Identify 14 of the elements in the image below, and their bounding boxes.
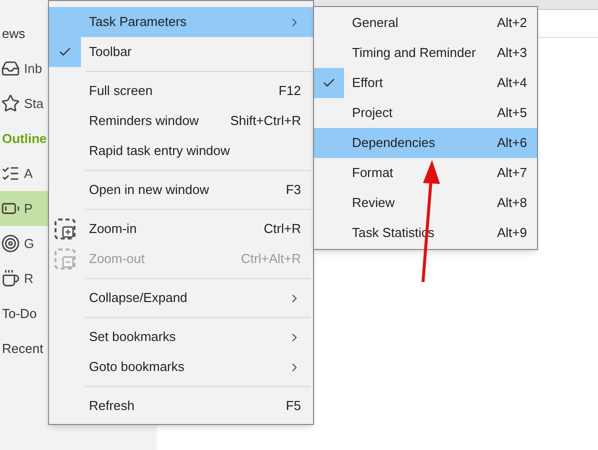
- shortcut-text: Ctrl+R: [264, 220, 301, 238]
- shortcut-text: Shift+Ctrl+R: [230, 112, 301, 130]
- shortcut-text: Ctrl+Alt+R: [241, 250, 301, 268]
- shortcut-text: Alt+8: [497, 194, 527, 212]
- shortcut-text: Alt+9: [497, 224, 527, 242]
- shortcut-text: Alt+3: [497, 44, 527, 62]
- shortcut-text: Alt+6: [497, 134, 527, 152]
- shortcut-text: Alt+5: [497, 104, 527, 122]
- shortcut-text: F5: [286, 397, 301, 416]
- shortcut-text: Alt+4: [497, 74, 527, 92]
- shortcut-text: F3: [286, 181, 301, 200]
- shortcut-text: F12: [278, 82, 301, 100]
- shortcut-text: Alt+2: [497, 14, 527, 32]
- shortcut-text: Alt+7: [497, 164, 527, 182]
